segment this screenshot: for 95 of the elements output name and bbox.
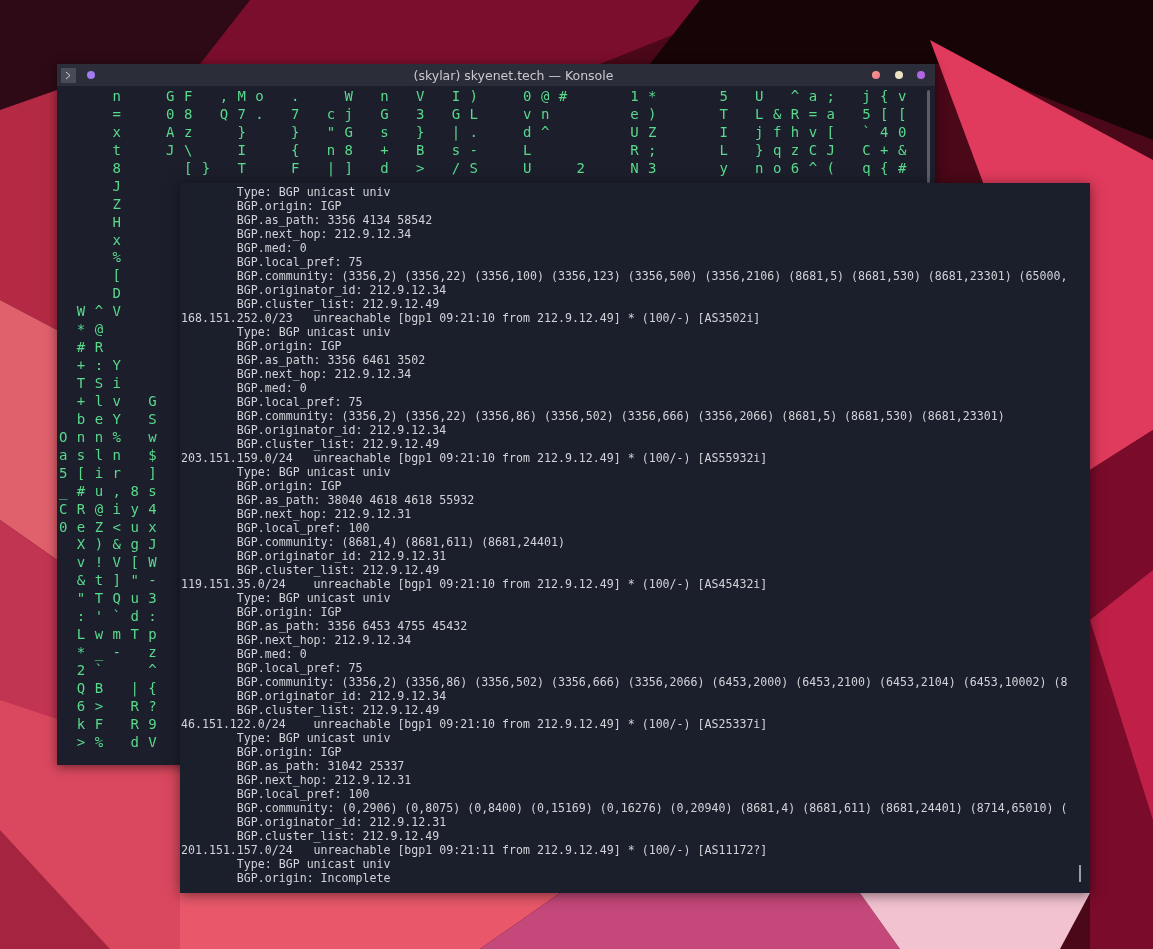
attribute-line: Type: BGP unicast univ bbox=[236, 857, 391, 871]
attribute-line: Type: BGP unicast univ bbox=[236, 465, 391, 479]
matrix-text-line: n GF ,Mo . W n V I) 0@# 1* 5 U ^a; j{v bbox=[111, 88, 916, 106]
attribute-line: BGP.cluster_list: 212.9.12.49 bbox=[236, 829, 440, 843]
attribute-line: BGP.community: (3356,2) (3356,22) (3356,100) (3356,123) (3356,500) (3356,2106) (8681,5) (8681,530) (8681,23301) (65000, bbox=[236, 269, 1068, 283]
matrix-text-line: +:Y bbox=[75, 357, 131, 375]
matrix-text-line: = 08 Q7. 7 cj G 3 GL vn e) T L&R=a 5[[ bbox=[111, 105, 916, 124]
matrix-text-line: 6> R? bbox=[75, 697, 167, 716]
matrix-text-line: kF R9 bbox=[75, 715, 167, 734]
attribute-line: BGP.originator_id: 212.9.12.34 bbox=[236, 283, 447, 297]
attribute-line: BGP.local_pref: 100 bbox=[236, 787, 370, 801]
matrix-text-line: #R bbox=[75, 339, 113, 358]
attribute-line: BGP.next_hop: 212.9.12.34 bbox=[236, 367, 412, 381]
matrix-text-line: CR@iy4 bbox=[59, 500, 167, 519]
attribute-line: BGP.community: (0,2906) (0,8075) (0,8400) (0,15169) (0,16276) (0,20940) (8681,4) (8681,611) (8681,24401) (8714,65010) ( bbox=[236, 801, 1068, 815]
route-line: 46.151.122.0/24 unreachable [bgp1 09:21:10 from 212.9.12.49] * (100/-) [AS25337i] bbox=[181, 717, 768, 731]
matrix-text-line: _#u,8s bbox=[59, 482, 167, 501]
attribute-line: BGP.next_hop: 212.9.12.31 bbox=[236, 773, 412, 787]
attribute-line: Type: BGP unicast univ bbox=[236, 591, 391, 605]
attribute-line: BGP.med: 0 bbox=[236, 647, 307, 661]
matrix-text-line: 8 [} T F |] d > /S U 2 N3 y no6^( q{# bbox=[111, 159, 916, 178]
attribute-line: BGP.local_pref: 100 bbox=[236, 521, 370, 535]
attribute-line: BGP.cluster_list: 212.9.12.49 bbox=[236, 437, 440, 451]
matrix-text-line: QB |{ bbox=[75, 679, 167, 698]
maximize-button[interactable] bbox=[895, 71, 903, 79]
matrix-text-line: x bbox=[111, 231, 131, 250]
scrollbar[interactable] bbox=[1079, 865, 1081, 882]
attribute-line: BGP.cluster_list: 212.9.12.49 bbox=[236, 563, 440, 577]
attribute-line: BGP.origin: IGP bbox=[236, 605, 342, 619]
titlebar-button[interactable] bbox=[87, 71, 95, 79]
matrix-text-line: [ bbox=[111, 267, 131, 286]
attribute-line: BGP.next_hop: 212.9.12.31 bbox=[236, 507, 412, 521]
route-line: 119.151.35.0/24 unreachable [bgp1 09:21:10 from 212.9.12.49] * (100/-) [AS45432i] bbox=[181, 577, 768, 591]
matrix-text-line: TSi bbox=[75, 375, 131, 393]
attribute-line: BGP.community: (8681,4) (8681,611) (8681,24401) bbox=[236, 535, 565, 549]
matrix-text-line: &t]"- bbox=[75, 572, 167, 591]
terminal-icon[interactable] bbox=[61, 67, 76, 83]
attribute-line: BGP.cluster_list: 212.9.12.49 bbox=[236, 703, 440, 717]
matrix-text-line: X)&gJ bbox=[75, 536, 167, 555]
matrix-text-line: beY S bbox=[75, 410, 167, 429]
route-line: 168.151.252.0/23 unreachable [bgp1 09:21:10 from 212.9.12.49] * (100/-) [AS3502i] bbox=[181, 311, 761, 325]
attribute-line: BGP.as_path: 3356 6453 4755 45432 bbox=[236, 619, 468, 633]
matrix-text-line: *@ bbox=[75, 321, 113, 340]
matrix-text-line: +lv G bbox=[75, 392, 167, 411]
attribute-line: BGP.community: (3356,2) (3356,22) (3356,86) (3356,502) (3356,666) (3356,2066) (8681,5) (8681,530) (8681,23301) bbox=[236, 409, 1005, 423]
matrix-text-line: asln $ bbox=[59, 446, 167, 465]
attribute-line: Type: BGP unicast univ bbox=[236, 185, 391, 199]
matrix-text-line: "TQu3 bbox=[75, 590, 167, 609]
attribute-line: BGP.originator_id: 212.9.12.34 bbox=[236, 689, 447, 703]
attribute-line: BGP.med: 0 bbox=[236, 381, 307, 395]
attribute-line: BGP.origin: IGP bbox=[236, 199, 342, 213]
attribute-line: BGP.origin: IGP bbox=[236, 339, 342, 353]
matrix-text-line: W^V bbox=[75, 303, 131, 322]
attribute-line: BGP.local_pref: 75 bbox=[236, 255, 363, 269]
attribute-line: BGP.origin: IGP bbox=[236, 479, 342, 493]
matrix-text-line: t J\ I { n8 + B s- L R; L }qzCJ C+& bbox=[111, 141, 916, 160]
matrix-text-line: :'`d: bbox=[75, 608, 167, 627]
matrix-text-line: *_- z bbox=[75, 644, 167, 662]
route-line: 201.151.157.0/24 unreachable [bgp1 09:21:11 from 212.9.12.49] * (100/-) [AS11172?] bbox=[181, 843, 768, 857]
matrix-text-line: 0eZ<ux bbox=[59, 518, 167, 537]
attribute-line: BGP.med: 0 bbox=[236, 241, 307, 255]
attribute-line: BGP.as_path: 3356 6461 3502 bbox=[236, 353, 426, 367]
attribute-line: Type: BGP unicast univ bbox=[236, 325, 391, 339]
attribute-line: BGP.originator_id: 212.9.12.31 bbox=[236, 815, 447, 829]
attribute-line: BGP.origin: IGP bbox=[236, 745, 342, 759]
matrix-text-line: v!V[W bbox=[75, 554, 167, 573]
minimize-button[interactable] bbox=[872, 71, 880, 79]
matrix-text-line: >% dV bbox=[75, 733, 167, 752]
scrollbar[interactable] bbox=[927, 90, 930, 183]
matrix-text-line: Z bbox=[111, 195, 131, 214]
matrix-text-line: J bbox=[111, 177, 131, 196]
attribute-line: BGP.originator_id: 212.9.12.34 bbox=[236, 423, 447, 437]
attribute-line: BGP.local_pref: 75 bbox=[236, 661, 363, 675]
attribute-line: BGP.as_path: 31042 25337 bbox=[236, 759, 405, 773]
attribute-line: BGP.next_hop: 212.9.12.34 bbox=[236, 633, 412, 647]
attribute-line: BGP.local_pref: 75 bbox=[236, 395, 363, 409]
attribute-line: BGP.originator_id: 212.9.12.31 bbox=[236, 549, 447, 563]
attribute-line: BGP.next_hop: 212.9.12.34 bbox=[236, 227, 412, 241]
matrix-text-line: Onn% w bbox=[59, 428, 167, 447]
matrix-text-line: H bbox=[111, 213, 131, 232]
attribute-line: BGP.origin: Incomplete bbox=[236, 871, 391, 885]
matrix-text-line: x Az } } "G s } |. d^ UZ I jfhv[ `40 bbox=[111, 123, 916, 142]
attribute-line: Type: BGP unicast univ bbox=[236, 731, 391, 745]
matrix-text-line: LwmTp bbox=[75, 626, 167, 645]
attribute-line: BGP.as_path: 38040 4618 4618 55932 bbox=[236, 493, 475, 507]
attribute-line: BGP.cluster_list: 212.9.12.49 bbox=[236, 297, 440, 311]
matrix-text-line: % bbox=[111, 249, 131, 268]
matrix-text-line: 2` ^ bbox=[75, 662, 167, 680]
route-line: 203.151.159.0/24 unreachable [bgp1 09:21:10 from 212.9.12.49] * (100/-) [AS55932i] bbox=[181, 451, 768, 465]
attribute-line: BGP.community: (3356,2) (3356,86) (3356,502) (3356,666) (3356,2066) (6453,2000) (6453,2100) (6453,2104) (6453,10002) (8 bbox=[236, 675, 1068, 689]
close-button[interactable] bbox=[917, 71, 925, 79]
attribute-line: BGP.as_path: 3356 4134 58542 bbox=[236, 213, 433, 227]
matrix-text-line: D bbox=[111, 285, 131, 304]
window-title: (skylar) skyenet.tech — Konsole bbox=[412, 67, 615, 83]
matrix-text-line: 5[ir ] bbox=[59, 464, 167, 483]
